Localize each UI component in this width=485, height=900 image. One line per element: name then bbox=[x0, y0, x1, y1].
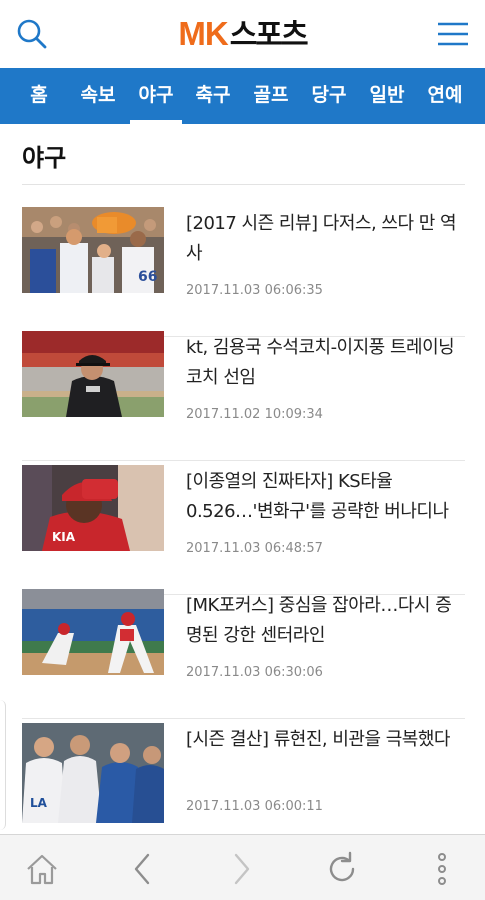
section-title: 야구 bbox=[22, 144, 67, 172]
home-button[interactable] bbox=[20, 847, 64, 891]
logo-sports: 스포츠 bbox=[229, 18, 309, 53]
article-headline[interactable]: [MK포커스] 중심을 잡아라…다시 증명된 강한 센터라인 bbox=[186, 591, 464, 651]
article-item[interactable]: kt, 김용국 수석코치-이지풍 트레이닝코치 선임 2017.11.02 10… bbox=[22, 331, 465, 461]
logo-mk: MK bbox=[178, 15, 228, 52]
back-button[interactable] bbox=[120, 847, 164, 891]
home-icon bbox=[27, 854, 57, 885]
tab-general[interactable]: 일반 bbox=[362, 68, 412, 124]
menu-button[interactable] bbox=[435, 16, 471, 52]
site-logo[interactable]: MK스포츠 bbox=[0, 14, 485, 54]
section-divider bbox=[22, 184, 465, 185]
tab-golf[interactable]: 골프 bbox=[246, 68, 296, 124]
site-header: MK스포츠 bbox=[0, 0, 485, 68]
article-headline[interactable]: [2017 시즌 리뷰] 다저스, 쓰다 만 역사 bbox=[186, 209, 464, 269]
article-item[interactable]: KIA [이종열의 진짜타자] KS타율 0.526…'변화구'를 공략한 버나… bbox=[22, 465, 465, 595]
article-thumbnail[interactable]: 66 bbox=[22, 207, 164, 293]
svg-text:66: 66 bbox=[138, 269, 157, 285]
article-thumbnail[interactable] bbox=[22, 331, 164, 417]
tab-billiards[interactable]: 당구 bbox=[304, 68, 354, 124]
article-date: 2017.11.03 06:00:11 bbox=[186, 799, 323, 814]
forward-button[interactable] bbox=[220, 847, 264, 891]
refresh-icon bbox=[329, 851, 355, 882]
tab-soccer[interactable]: 축구 bbox=[188, 68, 238, 124]
svg-text:LA: LA bbox=[30, 796, 48, 810]
forward-arrow-icon bbox=[234, 853, 250, 885]
tab-baseball[interactable]: 야구 bbox=[130, 68, 182, 124]
article-item[interactable]: [MK포커스] 중심을 잡아라…다시 증명된 강한 센터라인 2017.11.0… bbox=[22, 589, 465, 719]
article-date: 2017.11.02 10:09:34 bbox=[186, 407, 323, 422]
refresh-button[interactable] bbox=[320, 847, 364, 891]
article-headline[interactable]: kt, 김용국 수석코치-이지풍 트레이닝코치 선임 bbox=[186, 333, 464, 393]
svg-text:KIA: KIA bbox=[52, 530, 76, 544]
tab-breaking[interactable]: 속보 bbox=[74, 68, 122, 124]
article-date: 2017.11.03 06:06:35 bbox=[186, 283, 323, 298]
more-vertical-icon bbox=[438, 853, 446, 885]
article-thumbnail[interactable]: LA bbox=[22, 723, 164, 823]
article-divider bbox=[22, 718, 465, 719]
hamburger-menu-icon bbox=[438, 22, 468, 46]
category-nav: 홈 속보 야구 축구 골프 당구 일반 연예 bbox=[0, 68, 485, 124]
article-thumbnail[interactable] bbox=[22, 589, 164, 675]
article-headline[interactable]: [시즌 결산] 류현진, 비관을 극복했다 bbox=[186, 725, 464, 755]
article-headline[interactable]: [이종열의 진짜타자] KS타율 0.526…'변화구'를 공략한 버나디나 bbox=[186, 467, 464, 527]
edge-scroll-handle[interactable] bbox=[0, 700, 6, 830]
tab-entertainment[interactable]: 연예 bbox=[420, 68, 470, 124]
browser-toolbar bbox=[0, 834, 485, 900]
more-options-button[interactable] bbox=[420, 847, 464, 891]
article-divider bbox=[22, 460, 465, 461]
tab-home[interactable]: 홈 bbox=[20, 68, 58, 124]
back-arrow-icon bbox=[134, 853, 150, 885]
article-date: 2017.11.03 06:48:57 bbox=[186, 541, 323, 556]
article-date: 2017.11.03 06:30:06 bbox=[186, 665, 323, 680]
article-item[interactable]: 66 [2017 시즌 리뷰] 다저스, 쓰다 만 역사 2017.11.03 … bbox=[22, 207, 465, 337]
article-thumbnail[interactable]: KIA bbox=[22, 465, 164, 551]
